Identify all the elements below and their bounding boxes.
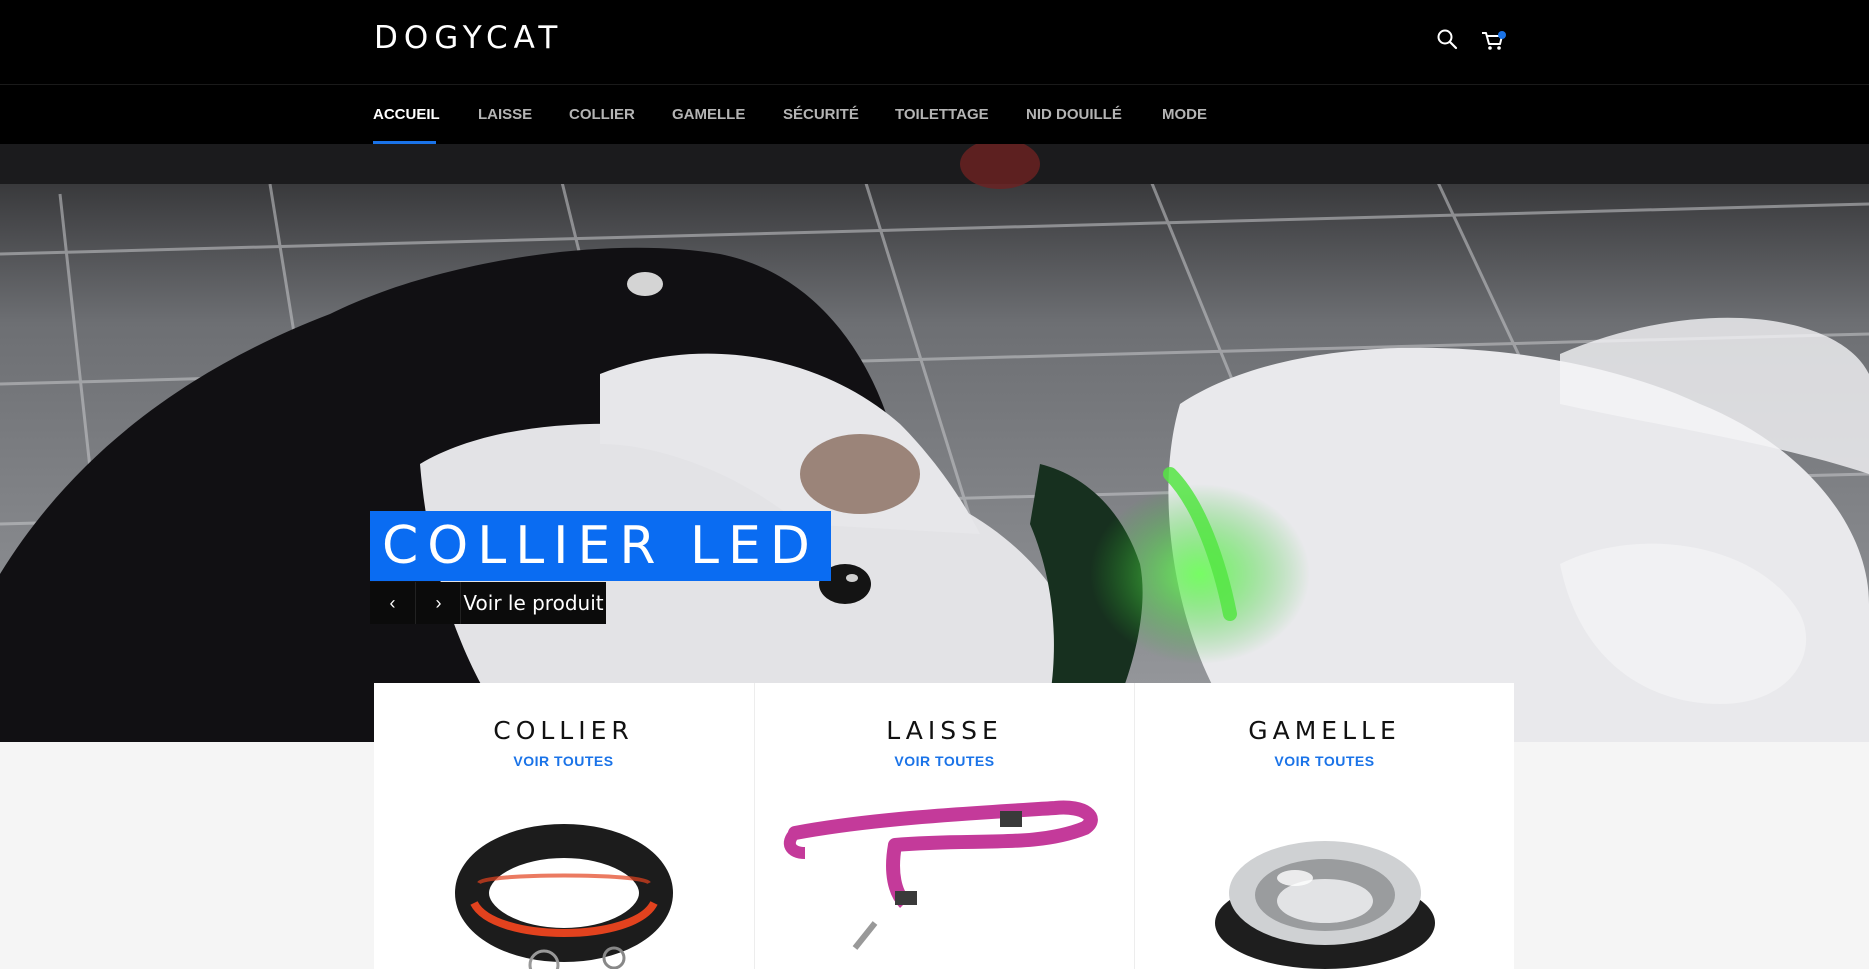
main-nav: ACCUEIL LAISSE COLLIER GAMELLE SÉCURITÉ … (0, 85, 1869, 144)
collar-product-image (455, 824, 673, 969)
nav-item-laisse[interactable]: LAISSE (478, 85, 532, 144)
slideshow-next-button[interactable]: › (415, 582, 461, 624)
collection-card-laisse[interactable]: LAISSE VOIR TOUTES (754, 683, 1134, 969)
view-all-link[interactable]: VOIR TOUTES (374, 753, 753, 769)
view-all-link[interactable]: VOIR TOUTES (755, 753, 1134, 769)
nav-item-nid-douille[interactable]: NID DOUILLÉ (1026, 85, 1122, 144)
site-logo[interactable]: DOGYCAT (374, 20, 563, 56)
nav-item-toilettage[interactable]: TOILETTAGE (895, 85, 989, 144)
cart-count-badge (1498, 31, 1506, 39)
leash-product-image (783, 800, 1098, 950)
bowl-product-image (1215, 841, 1435, 969)
nav-item-securite[interactable]: SÉCURITÉ (783, 85, 859, 144)
nav-item-collier[interactable]: COLLIER (569, 85, 635, 144)
collection-title: LAISSE (886, 716, 1003, 745)
site-header: DOGYCAT (0, 0, 1869, 85)
collection-title: COLLIER (493, 716, 634, 745)
view-all-link[interactable]: VOIR TOUTES (1135, 753, 1514, 769)
slideshow-prev-button[interactable]: ‹ (370, 582, 415, 624)
nav-item-gamelle[interactable]: GAMELLE (672, 85, 745, 144)
nav-item-mode[interactable]: MODE (1162, 85, 1207, 144)
hero-slide-title: COLLIER LED (370, 511, 831, 581)
collection-title: GAMELLE (1248, 716, 1401, 745)
view-product-button[interactable]: Voir le produit (460, 582, 606, 624)
hero-slideshow: COLLIER LED ‹ › Voir le produit (0, 144, 1869, 742)
collection-grid: COLLIER VOIR TOUTES LAISSE VOIR TOUTES G… (374, 683, 1514, 969)
nav-item-accueil[interactable]: ACCUEIL (373, 85, 440, 144)
search-icon[interactable] (1434, 26, 1462, 54)
collection-card-gamelle[interactable]: GAMELLE VOIR TOUTES (1134, 683, 1514, 969)
hero-image (0, 144, 1869, 742)
collection-card-collier[interactable]: COLLIER VOIR TOUTES (374, 683, 753, 969)
